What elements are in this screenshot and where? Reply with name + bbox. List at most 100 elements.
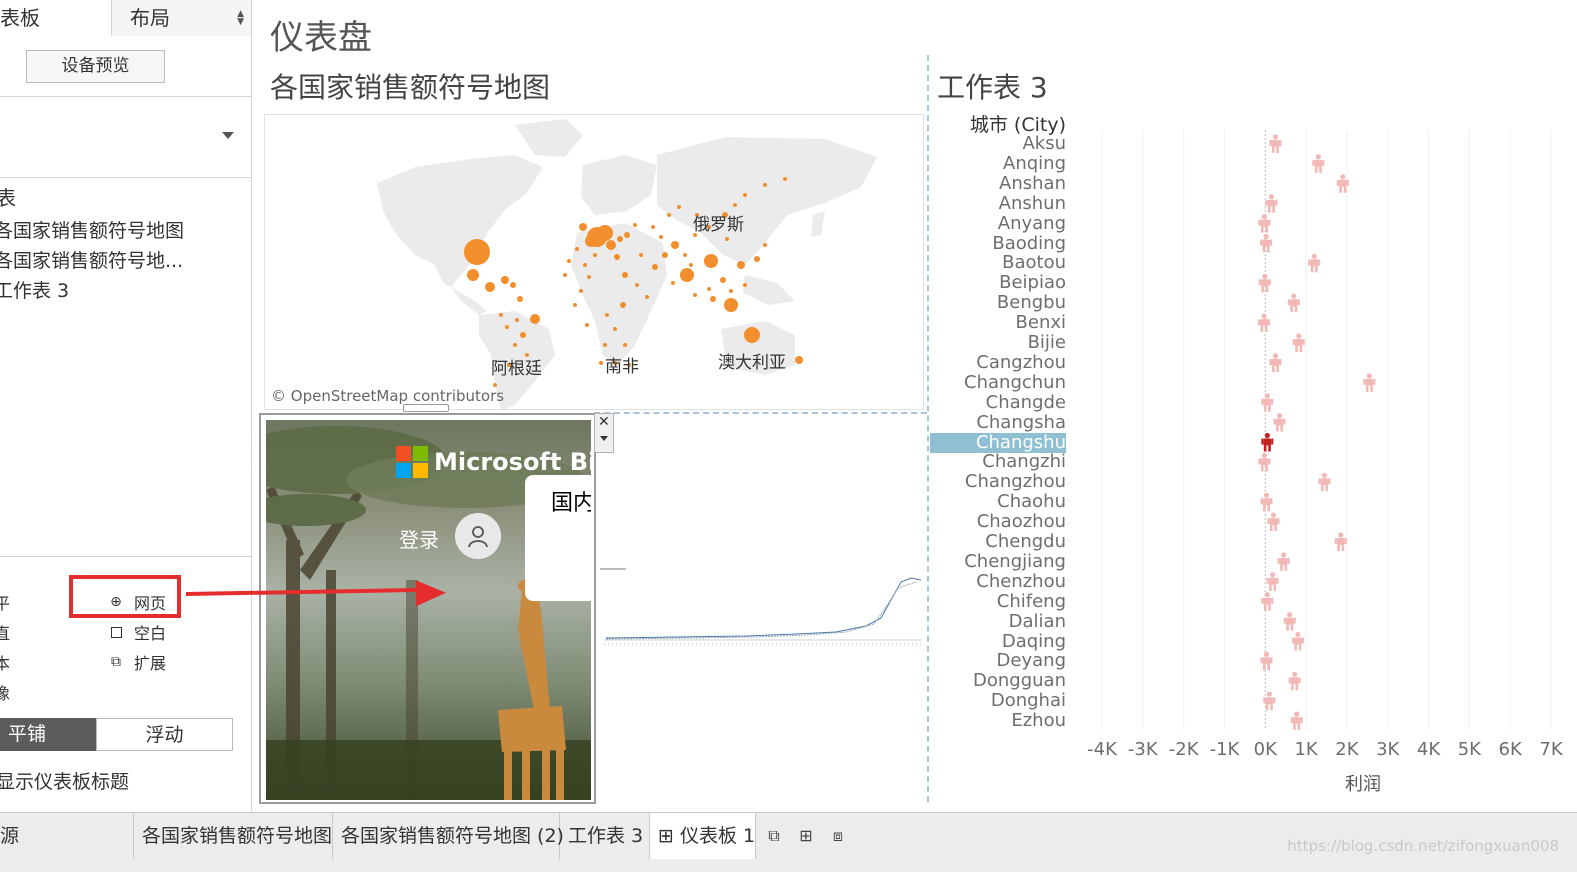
sales-symbol[interactable]: [623, 343, 627, 347]
new-worksheet-icon[interactable]: ⧉: [758, 813, 790, 859]
sales-symbol[interactable]: [763, 183, 767, 187]
sales-symbol[interactable]: [633, 223, 637, 227]
sales-symbol[interactable]: [707, 287, 711, 291]
tab-layout[interactable]: 布局 ▲ ▼: [112, 0, 251, 36]
sales-symbol[interactable]: [605, 313, 609, 317]
sales-symbol[interactable]: [499, 313, 503, 317]
city-label[interactable]: Baotou: [930, 253, 1066, 273]
sales-symbol[interactable]: [579, 223, 587, 231]
sales-symbol[interactable]: [585, 235, 597, 247]
city-label[interactable]: Changchun: [930, 372, 1066, 393]
new-story-icon[interactable]: ⧈: [822, 813, 854, 859]
city-label[interactable]: Changzhi: [930, 452, 1066, 472]
sales-symbol[interactable]: [737, 261, 745, 269]
city-label[interactable]: Deyang: [930, 651, 1066, 671]
profit-person-mark[interactable]: [1363, 373, 1376, 392]
sales-symbol[interactable]: [613, 327, 617, 331]
profit-person-mark[interactable]: [1292, 333, 1305, 352]
profit-person-mark[interactable]: [1258, 452, 1271, 472]
city-label[interactable]: Bijie: [930, 333, 1066, 353]
profit-person-mark[interactable]: [1265, 194, 1278, 213]
sales-symbol[interactable]: [583, 263, 587, 267]
sales-symbol[interactable]: [467, 269, 479, 281]
sales-symbol[interactable]: [464, 239, 490, 265]
sales-symbol[interactable]: [585, 323, 589, 327]
sales-symbol[interactable]: [783, 177, 787, 181]
sales-symbol[interactable]: [704, 254, 718, 268]
sales-symbol[interactable]: [573, 303, 577, 307]
profit-person-mark[interactable]: [1334, 532, 1347, 551]
osm-credit[interactable]: © OpenStreetMap contributors: [271, 387, 504, 405]
sales-symbol[interactable]: [603, 343, 607, 347]
sales-symbol[interactable]: [587, 275, 591, 279]
object-blank[interactable]: 空白: [108, 620, 166, 644]
city-label[interactable]: Chifeng: [930, 591, 1066, 612]
sales-symbol[interactable]: [515, 318, 519, 322]
move-handle[interactable]: [403, 404, 449, 412]
sales-symbol[interactable]: [597, 225, 613, 241]
profit-person-mark[interactable]: [1260, 233, 1273, 253]
sales-symbol[interactable]: [645, 295, 649, 299]
city-label[interactable]: Anshun: [930, 193, 1066, 214]
sales-symbol[interactable]: [517, 296, 523, 302]
sales-symbol[interactable]: [677, 205, 681, 209]
sales-symbol[interactable]: [662, 252, 668, 258]
sales-symbol[interactable]: [513, 343, 517, 347]
sales-symbol[interactable]: [599, 361, 603, 365]
sheet-item[interactable]: 工作表 3: [0, 276, 69, 303]
sales-symbol[interactable]: [575, 247, 579, 251]
city-label[interactable]: Changde: [930, 392, 1066, 413]
sales-symbol[interactable]: [795, 356, 803, 364]
bing-homepage[interactable]: Microsoft Bing 登录 国内: [266, 420, 591, 800]
tab-dashboard[interactable]: 表板: [0, 0, 112, 36]
sales-symbol[interactable]: [733, 203, 737, 207]
sales-symbol[interactable]: [622, 272, 628, 278]
sales-symbol[interactable]: [520, 332, 526, 338]
sales-symbol[interactable]: [651, 225, 655, 229]
tab-dashboard-1[interactable]: ⊞ 仪表板 1: [650, 813, 756, 859]
profit-person-mark[interactable]: [1261, 592, 1274, 611]
city-label[interactable]: Aksu: [930, 134, 1066, 154]
sales-symbol[interactable]: [671, 281, 675, 285]
profit-person-mark[interactable]: [1267, 512, 1280, 532]
sales-symbol[interactable]: [617, 236, 623, 242]
close-icon[interactable]: ✕: [598, 414, 610, 430]
profit-person-mark[interactable]: [1288, 671, 1301, 691]
size-dropdown[interactable]: [0, 120, 240, 160]
tab-sheet-map-2[interactable]: 各国家销售额符号地图 (2): [333, 813, 564, 859]
show-dashboard-title-checkbox[interactable]: 显示仪表板标题: [0, 767, 129, 794]
city-label[interactable]: Chengjiang: [930, 551, 1066, 572]
chevron-down-icon[interactable]: [222, 132, 234, 139]
sales-symbol[interactable]: [671, 241, 679, 249]
user-icon[interactable]: [455, 513, 501, 559]
sales-symbol[interactable]: [620, 302, 626, 308]
profit-person-mark[interactable]: [1260, 492, 1273, 512]
webpage-object[interactable]: Microsoft Bing 登录 国内: [259, 413, 596, 804]
city-label[interactable]: Daqing: [930, 631, 1066, 652]
object-text[interactable]: 本: [0, 650, 10, 674]
sales-symbol[interactable]: [744, 327, 760, 343]
sales-symbol[interactable]: [725, 237, 729, 241]
login-link[interactable]: 登录: [399, 524, 439, 553]
sales-symbol[interactable]: [754, 256, 760, 262]
city-label[interactable]: Ezhou: [930, 711, 1066, 731]
profit-person-mark[interactable]: [1261, 393, 1274, 412]
sales-symbol[interactable]: [667, 213, 671, 217]
symbol-map[interactable]: 俄罗斯 阿根廷 南非 澳大利亚 © OpenStreetMap contribu…: [264, 114, 924, 410]
sales-symbol[interactable]: [606, 240, 616, 250]
city-label[interactable]: Beipiao: [930, 273, 1066, 293]
profit-dot-plot[interactable]: [1070, 130, 1570, 730]
sales-symbol[interactable]: [614, 254, 620, 260]
city-label[interactable]: Changshu: [930, 432, 1066, 453]
city-label[interactable]: Anyang: [930, 213, 1066, 234]
sales-symbol[interactable]: [763, 243, 767, 247]
sales-symbol[interactable]: [710, 296, 716, 302]
sales-symbol[interactable]: [624, 232, 630, 238]
object-vertical[interactable]: 直: [0, 620, 10, 644]
profit-person-mark[interactable]: [1277, 552, 1290, 571]
profit-person-mark[interactable]: [1273, 413, 1286, 432]
city-label[interactable]: Benxi: [930, 313, 1066, 333]
sales-symbol[interactable]: [729, 289, 733, 293]
profit-person-mark[interactable]: [1283, 612, 1296, 631]
region-card[interactable]: 国内: [525, 475, 591, 601]
